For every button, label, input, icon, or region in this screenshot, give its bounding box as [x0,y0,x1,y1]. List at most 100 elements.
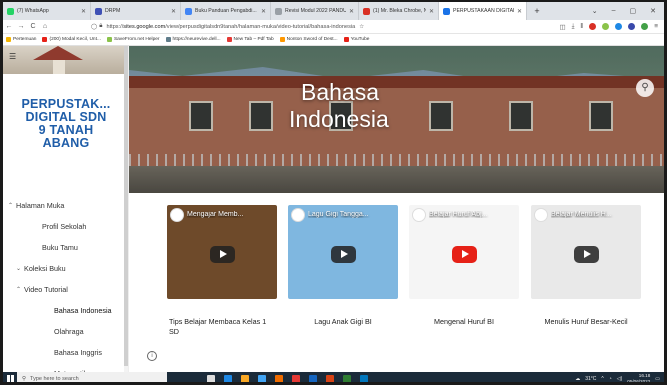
weather-temp[interactable]: 31°C [585,376,596,382]
nav-item[interactable]: ⌃ Halaman Muka [3,195,128,216]
video-card[interactable]: Belajar Menulis H... Menulis Huruf Besar-… [531,205,641,327]
browser-tab[interactable]: Revisi Modul 2022 PANDUAN...✕ [271,2,359,20]
clock[interactable]: 16.18 05/06/2022 [627,373,650,382]
reload-icon[interactable]: C [27,23,39,30]
edge-icon[interactable] [224,374,232,382]
bookmark-favicon-icon [106,37,112,42]
close-window-icon[interactable]: ✕ [650,7,656,15]
play-icon[interactable] [574,246,599,263]
tab-list-icon[interactable]: ⌄ [592,7,598,15]
minimize-icon[interactable]: – [612,7,616,15]
taskbar-search[interactable]: ⚲ Type here to search [17,372,167,382]
video-thumbnail[interactable]: Belajar Menulis H... [531,205,641,299]
extension-icon[interactable] [589,23,597,30]
store-icon[interactable] [258,374,266,382]
close-icon[interactable]: ✕ [429,8,434,15]
hamburger-menu-icon[interactable]: ☰ [9,52,16,61]
network-icon[interactable]: ◔ [609,376,612,382]
play-icon[interactable] [210,246,235,263]
chevron-down-icon[interactable]: ⌄ [16,265,21,272]
taskbar-search-placeholder: Type here to search [30,375,79,382]
close-icon[interactable]: ✕ [349,8,354,15]
extension-icon[interactable] [641,23,649,30]
windows-taskbar: ⚲ Type here to search ☁ 31°C ^ ◔ ◁) 16.1… [3,372,664,382]
close-icon[interactable]: ✕ [171,8,176,15]
app-icon[interactable] [292,374,300,382]
new-tab-button[interactable]: + [527,2,547,20]
library-icon[interactable]: ⫴ [580,23,583,31]
extension-icon[interactable] [615,23,623,30]
video-thumbnail[interactable]: Lagu Gigi Tangga... [288,205,398,299]
word-icon[interactable] [309,374,317,382]
info-icon[interactable]: i [147,351,157,361]
nav-item[interactable]: Bahasa Inggris [3,342,128,363]
close-icon[interactable]: ✕ [517,8,522,15]
page-title: Bahasa Indonesia [289,79,389,133]
bookmark-favicon-icon [279,37,285,42]
sidebar-scrollbar[interactable] [124,46,128,372]
video-thumbnail-title: Lagu Gigi Tangga... [308,211,369,218]
extension-icon[interactable] [628,23,636,30]
nav-item[interactable]: Buku Tamu [3,237,128,258]
download-icon[interactable]: ⤓ [572,23,575,31]
browser-tab[interactable]: (1) Mr. Bleka Chrobe, Nich...✕ [359,2,439,20]
nav-item[interactable]: Matematika [3,363,128,372]
volume-icon[interactable]: ◁) [617,376,623,382]
site-title[interactable]: PERPUSTAK... DIGITAL SDN 9 TANAH ABANG [3,98,128,150]
maximize-icon[interactable]: ▢ [630,7,637,15]
nav-item[interactable]: Bahasa Indonesia [3,300,128,321]
play-icon[interactable] [452,246,477,263]
bookmark-item[interactable]: https://neurevive.dell... [165,37,221,42]
bookmark-item[interactable]: New Tab – Pdf Tab [226,37,274,42]
menu-icon[interactable]: ≡ [654,23,658,30]
tab-favicon-icon [95,7,102,15]
play-icon[interactable] [331,246,356,263]
mail-icon[interactable] [360,374,368,382]
nav-item[interactable]: Profil Sekolah [3,216,128,237]
excel-icon[interactable] [343,374,351,382]
browser-tab[interactable]: Buku Panduan Pengabdi... ✕ [181,2,271,20]
video-card[interactable]: Lagu Gigi Tangga... Lagu Anak Gigi BI [288,205,398,327]
tab-favicon-icon [275,7,282,15]
bookmark-star-icon[interactable]: ☆ [359,24,364,30]
search-icon[interactable]: ⚲ [636,79,654,97]
chevron-up-icon[interactable]: ⌃ [16,286,21,293]
taskbar-apps [207,374,368,382]
page-title-line: Bahasa [301,79,380,105]
video-card[interactable]: Belajar Huruf Abj... Mengenal Huruf BI [409,205,519,327]
pocket-icon[interactable]: ◫ [559,23,565,31]
chevron-up-icon[interactable]: ⌃ [8,202,13,209]
video-thumbnail[interactable]: Belajar Huruf Abj... [409,205,519,299]
video-card[interactable]: Mengajar Memb... Tips Belajar Membaca Kel… [167,205,277,337]
bookmark-item[interactable]: (200) Modal Kecil, Unt... [42,37,101,42]
browser-tab[interactable]: DRPM ✕ [91,2,181,20]
firefox-icon[interactable] [275,374,283,382]
bookmark-item[interactable]: Nonton Sword of Dest... [279,37,338,42]
task-view-icon[interactable] [207,374,215,382]
bookmark-item[interactable]: SaveFrom.net Helper [106,37,160,42]
address-bar[interactable]: ◯ 🔒︎ https://sites.google.com/view/perpu… [91,22,421,32]
close-icon[interactable]: ✕ [81,8,86,15]
notification-icon[interactable]: ▭ [655,376,660,382]
back-icon[interactable]: ← [3,23,15,30]
bookmark-item[interactable]: YouTube [343,37,369,42]
channel-avatar [291,208,305,222]
nav-item[interactable]: ⌃ Video Tutorial [3,279,128,300]
weather-icon[interactable]: ☁ [575,376,580,382]
forward-icon[interactable]: → [15,23,27,30]
file-explorer-icon[interactable] [241,374,249,382]
chevron-up-icon[interactable]: ^ [601,376,603,382]
extension-icon[interactable] [602,23,610,30]
browser-tab[interactable]: PERPUSTAKAAN DIGITAL ✕ [439,2,527,20]
video-thumbnail[interactable]: Mengajar Memb... [167,205,277,299]
nav-item[interactable]: Olahraga [3,321,128,342]
nav-item-label: Bahasa Inggris [54,348,102,357]
bookmark-label: (200) Modal Kecil, Unt... [49,37,101,42]
close-icon[interactable]: ✕ [261,8,266,15]
nav-item[interactable]: ⌄ Koleksi Buku [3,258,128,279]
start-button[interactable] [3,372,17,382]
home-icon[interactable]: ⌂ [39,23,51,30]
browser-tab[interactable]: (7) WhatsApp ✕ [3,2,91,20]
powerpoint-icon[interactable] [326,374,334,382]
bookmark-item[interactable]: Pertemuan [6,37,36,42]
